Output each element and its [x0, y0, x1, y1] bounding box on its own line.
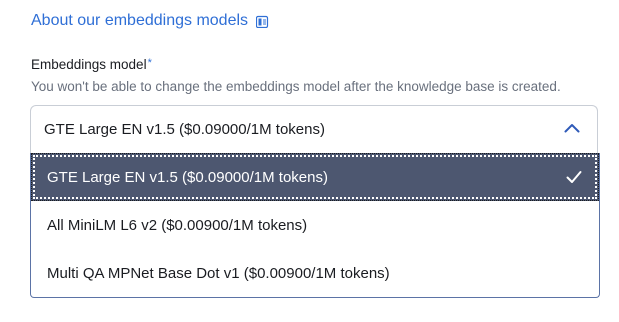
option-label: Multi QA MPNet Base Dot v1 ($0.00900/1M …	[47, 264, 390, 282]
option-all-minilm-l6[interactable]: All MiniLM L6 v2 ($0.00900/1M tokens)	[31, 201, 599, 249]
checkmark-icon	[566, 171, 582, 183]
embeddings-model-help-text: You won't be able to change the embeddin…	[31, 79, 561, 94]
embeddings-model-options: GTE Large EN v1.5 ($0.09000/1M tokens) A…	[30, 153, 600, 298]
option-multi-qa-mpnet[interactable]: Multi QA MPNet Base Dot v1 ($0.00900/1M …	[31, 249, 599, 297]
option-gte-large-en[interactable]: GTE Large EN v1.5 ($0.09000/1M tokens)	[31, 153, 599, 201]
embeddings-settings-panel: About our embeddings models Embeddings m…	[0, 0, 619, 322]
external-link-icon	[256, 15, 269, 28]
required-marker: *	[147, 57, 152, 69]
option-label: All MiniLM L6 v2 ($0.00900/1M tokens)	[47, 216, 308, 234]
option-label: GTE Large EN v1.5 ($0.09000/1M tokens)	[47, 168, 328, 186]
chevron-up-icon[interactable]	[564, 123, 580, 133]
about-embeddings-models-link[interactable]: About our embeddings models	[31, 12, 269, 30]
embeddings-model-label: Embeddings model*	[31, 57, 152, 72]
about-link-label: About our embeddings models	[31, 12, 249, 29]
embeddings-model-select[interactable]: GTE Large EN v1.5 ($0.09000/1M tokens)	[30, 105, 598, 153]
field-label-text: Embeddings model	[31, 57, 147, 72]
select-current-value: GTE Large EN v1.5 ($0.09000/1M tokens)	[44, 121, 325, 138]
